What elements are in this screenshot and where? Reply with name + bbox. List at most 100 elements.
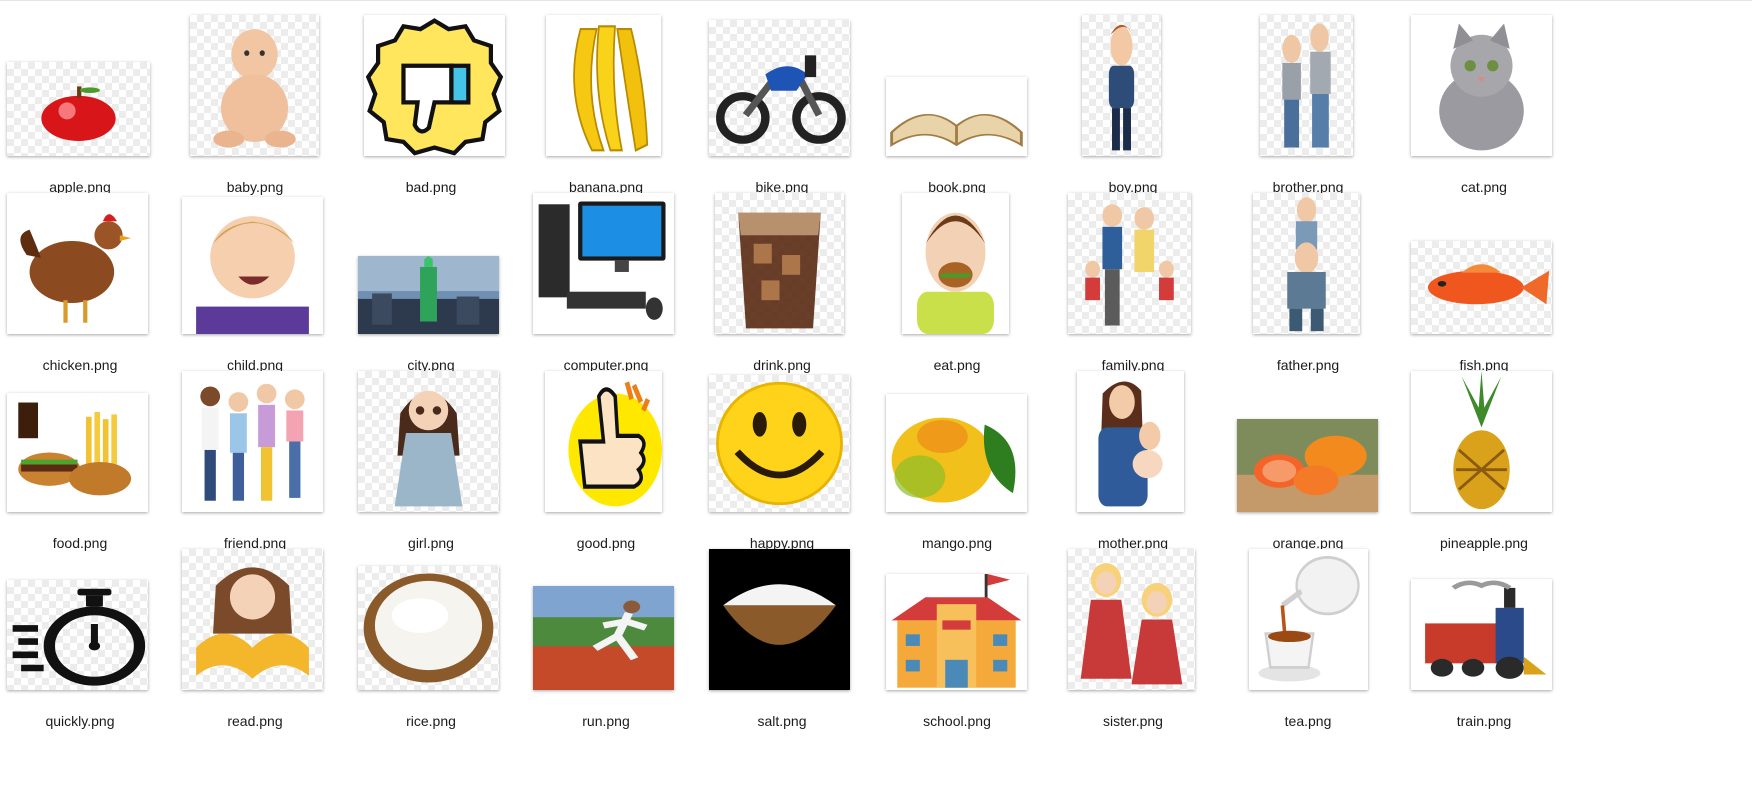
city-skyline-icon — [358, 256, 499, 334]
runner-icon — [533, 586, 674, 690]
file-item-baby[interactable]: baby.png — [157, 0, 353, 198]
file-item-run[interactable]: run.png — [508, 534, 704, 732]
brothers-icon — [1260, 15, 1353, 156]
sisters-icon — [1068, 549, 1195, 690]
thumbnail-area — [508, 356, 704, 532]
file-item-bike[interactable]: bike.png — [684, 0, 880, 198]
file-item-food[interactable]: food.png — [0, 356, 178, 554]
thumbnail-area — [333, 356, 529, 532]
file-item-chicken[interactable]: chicken.png — [0, 178, 178, 376]
thumbnail-area — [333, 0, 529, 176]
file-item-book[interactable]: book.png — [859, 0, 1055, 198]
file-item-banana[interactable]: banana.png — [508, 0, 704, 198]
train-icon — [1411, 579, 1552, 690]
file-item-computer[interactable]: computer.png — [508, 178, 704, 376]
school-building-icon — [886, 574, 1027, 690]
file-name-label: salt.png — [757, 713, 807, 729]
file-item-quickly[interactable]: quickly.png — [0, 534, 178, 732]
smiley-icon — [709, 375, 850, 512]
file-item-mango[interactable]: mango.png — [859, 356, 1055, 554]
baby-icon — [190, 15, 319, 156]
file-item-tea[interactable]: tea.png — [1210, 534, 1406, 732]
motorbike-icon — [709, 20, 850, 156]
thumbnail-area — [859, 0, 1055, 176]
file-item-friend[interactable]: friend.png — [157, 356, 353, 554]
file-item-boy[interactable]: boy.png — [1035, 0, 1231, 198]
thumbnail-area — [0, 356, 178, 532]
girl-icon — [358, 371, 499, 512]
thumbnail-area — [859, 178, 1055, 354]
thumbnail-area — [1210, 356, 1406, 532]
file-item-cat[interactable]: cat.png — [1386, 0, 1582, 198]
chicken-icon — [7, 193, 148, 334]
thumbs-down-icon — [364, 15, 505, 156]
file-item-father[interactable]: father.png — [1210, 178, 1406, 376]
friends-icon — [182, 371, 323, 512]
file-item-sister[interactable]: sister.png — [1035, 534, 1231, 732]
file-name-label: tea.png — [1284, 713, 1332, 729]
file-item-drink[interactable]: drink.png — [684, 178, 880, 376]
thumbnail-area — [1035, 0, 1231, 176]
file-item-eat[interactable]: eat.png — [859, 178, 1055, 376]
boy-icon — [1082, 15, 1161, 156]
thumbnail-area — [333, 178, 529, 354]
file-name-label: sister.png — [1103, 713, 1163, 729]
file-item-school[interactable]: school.png — [859, 534, 1055, 732]
fast-food-icon — [7, 393, 148, 512]
thumbnail-area — [157, 356, 353, 532]
file-item-family[interactable]: family.png — [1035, 178, 1231, 376]
file-item-bad[interactable]: bad.png — [333, 0, 529, 198]
thumbnail-area — [1210, 534, 1406, 710]
file-name-label: quickly.png — [45, 713, 115, 729]
thumbnail-area — [684, 0, 880, 176]
file-item-rice[interactable]: rice.png — [333, 534, 529, 732]
file-name-label: run.png — [582, 713, 630, 729]
file-item-apple[interactable]: apple.png — [0, 0, 178, 198]
thumbnail-area — [1035, 178, 1231, 354]
child-icon — [182, 197, 323, 334]
teapot-cup-icon — [1249, 549, 1368, 690]
file-item-child[interactable]: child.png — [157, 178, 353, 376]
file-item-girl[interactable]: girl.png — [333, 356, 529, 554]
apple-icon — [7, 62, 150, 156]
thumbnail-area — [0, 534, 178, 710]
thumbnail-area — [1386, 356, 1582, 532]
banana-icon — [546, 15, 661, 156]
file-item-train[interactable]: train.png — [1386, 534, 1582, 732]
thumbnail-area — [859, 356, 1055, 532]
thumbnail-area — [1210, 0, 1406, 176]
file-item-mother[interactable]: mother.png — [1035, 356, 1231, 554]
open-book-icon — [886, 77, 1027, 156]
file-item-pineapple[interactable]: pineapple.png — [1386, 356, 1582, 554]
file-item-good[interactable]: good.png — [508, 356, 704, 554]
thumbnail-area — [684, 356, 880, 532]
father-child-icon — [1253, 193, 1360, 334]
file-item-brother[interactable]: brother.png — [1210, 0, 1406, 198]
thumbnail-area — [1210, 178, 1406, 354]
file-grid: apple.png baby.png bad.png banana.png bike.p… — [0, 0, 1752, 807]
stopwatch-icon — [7, 580, 148, 690]
thumbnail-area — [1386, 534, 1582, 710]
thumbnail-area — [333, 534, 529, 710]
salt-bowl-icon — [709, 549, 850, 690]
drink-glass-icon — [715, 193, 844, 334]
thumbnail-area — [508, 178, 704, 354]
thumbnail-area — [157, 534, 353, 710]
reading-girl-icon — [182, 549, 323, 690]
cat-icon — [1411, 15, 1552, 156]
file-item-salt[interactable]: salt.png — [684, 534, 880, 732]
file-item-fish[interactable]: fish.png — [1386, 178, 1582, 376]
mango-icon — [886, 394, 1027, 512]
thumbnail-area — [0, 178, 178, 354]
thumbnail-area — [859, 534, 1055, 710]
file-name-label: rice.png — [406, 713, 456, 729]
file-item-happy[interactable]: happy.png — [684, 356, 880, 554]
file-item-city[interactable]: city.png — [333, 178, 529, 376]
thumbnail-area — [1035, 356, 1231, 532]
thumbnail-area — [157, 0, 353, 176]
family-icon — [1068, 193, 1191, 334]
file-name-label: school.png — [923, 713, 991, 729]
file-item-read[interactable]: read.png — [157, 534, 353, 732]
thumbs-up-icon — [545, 371, 662, 512]
file-item-orange[interactable]: orange.png — [1210, 356, 1406, 554]
